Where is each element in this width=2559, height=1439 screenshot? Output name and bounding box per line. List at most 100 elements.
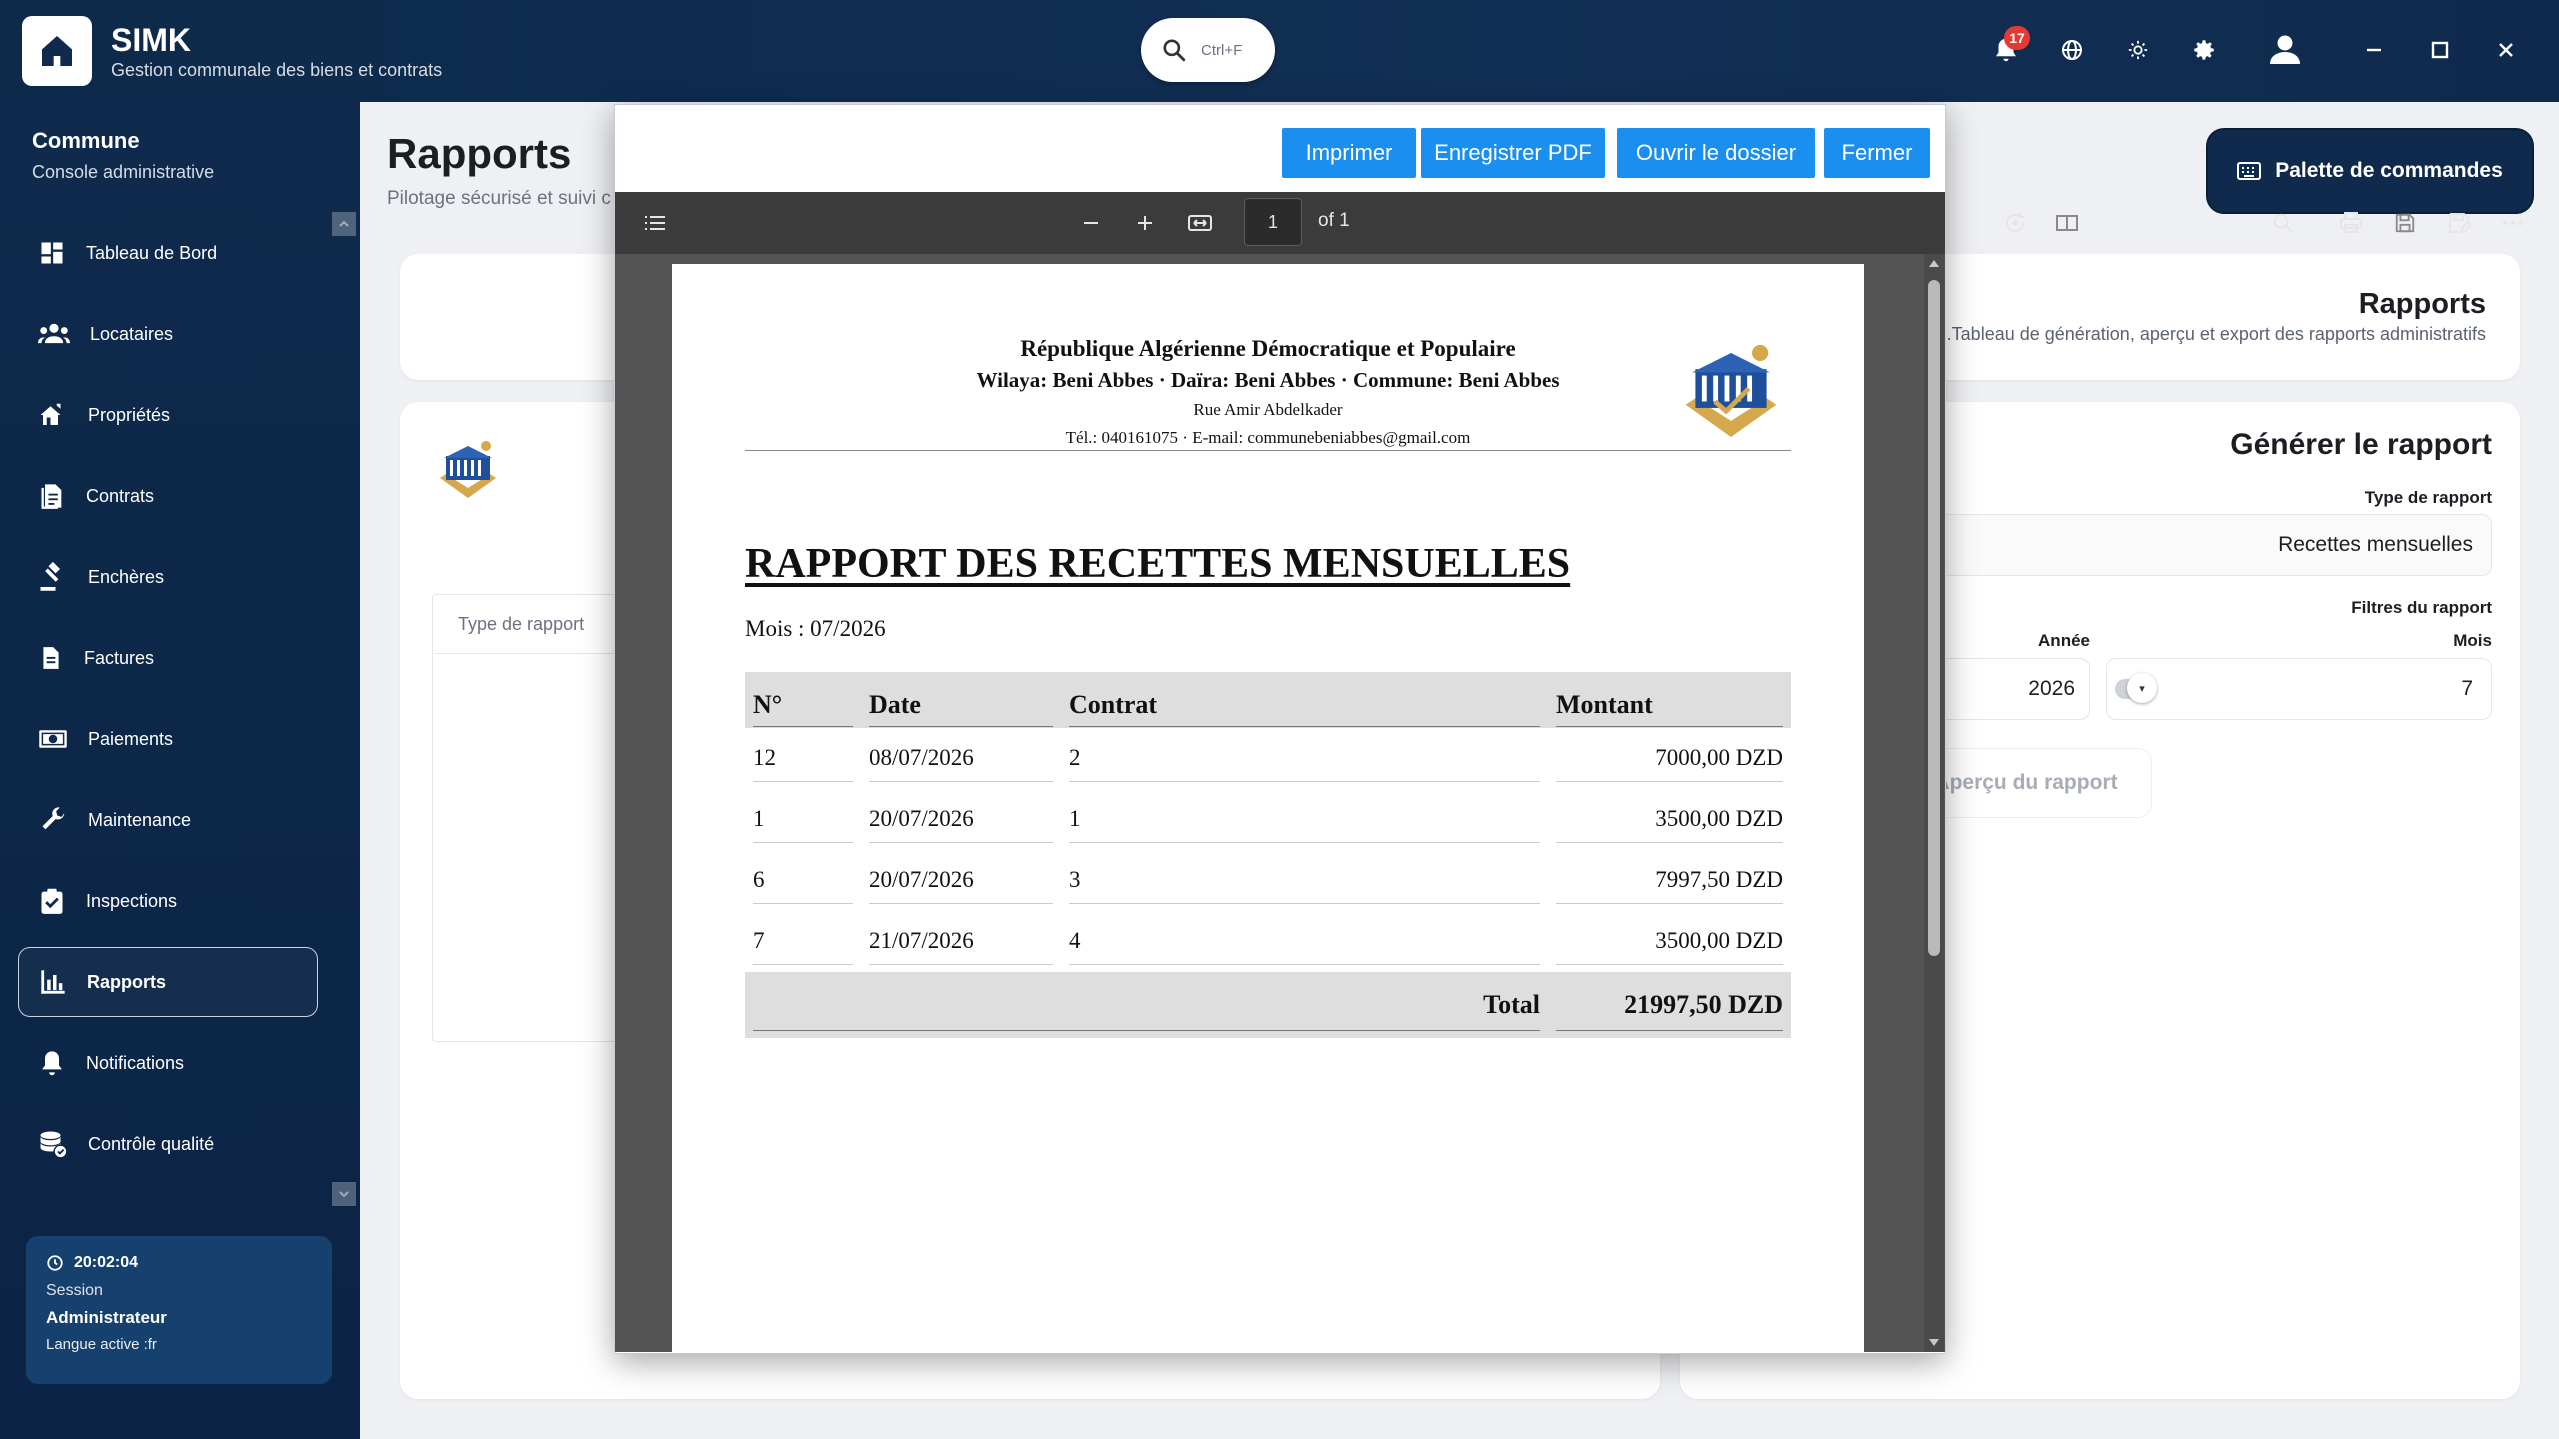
- cell-contract: 4: [1061, 911, 1548, 972]
- two-page-button[interactable]: [2047, 192, 2087, 254]
- total-label: Total: [745, 972, 1548, 1038]
- sidebar-item-label: Contrôle qualité: [88, 1133, 215, 1154]
- maximize-button[interactable]: [2418, 28, 2462, 72]
- report-type-select[interactable]: Recettes mensuelles: [1900, 514, 2492, 576]
- page-title: Rapports: [387, 130, 572, 177]
- rotate-button[interactable]: [1995, 192, 2035, 254]
- cell-amount: 3500,00 DZD: [1548, 911, 1791, 972]
- cell-amount: 7000,00 DZD: [1548, 728, 1791, 789]
- more-icon: [2502, 220, 2524, 226]
- cell-date: 20/07/2026: [861, 789, 1061, 850]
- sidebar-subtitle: Console administrative: [32, 162, 215, 182]
- sidebar-item-notifications[interactable]: Notifications: [18, 1028, 318, 1098]
- scroll-down-arrow-icon: [1929, 1339, 1939, 1346]
- home-button[interactable]: [22, 16, 92, 86]
- session-user: Administrateur: [46, 1308, 167, 1327]
- sidebar-item-encheres[interactable]: Enchères: [18, 542, 318, 612]
- sidebar-item-factures[interactable]: Factures: [18, 623, 318, 693]
- app-subtitle: Gestion communale des biens et contrats: [111, 60, 443, 80]
- page-number-input[interactable]: 1: [1244, 198, 1302, 246]
- top-bar: [0, 0, 2559, 102]
- table-row: 12 08/07/2026 2 7000,00 DZD: [745, 728, 1791, 789]
- right-header-title: Rapports: [2358, 288, 2486, 320]
- save-pdf-button[interactable]: Enregistrer PDF: [1421, 128, 1605, 178]
- month-input[interactable]: ▾ 7: [2106, 658, 2492, 720]
- print-button[interactable]: Imprimer: [1282, 128, 1416, 178]
- close-modal-button[interactable]: Fermer: [1824, 128, 1930, 178]
- sidebar-item-label: Enchères: [88, 566, 165, 587]
- rotate-icon: [2006, 213, 2025, 232]
- cell-date: 21/07/2026: [861, 911, 1061, 972]
- cell-number: 1: [745, 789, 861, 850]
- user-menu-button[interactable]: [2260, 24, 2310, 74]
- sidebar-item-label: Tableau de Bord: [86, 242, 218, 263]
- table-header-row: N° Date Contrat Montant: [745, 672, 1791, 728]
- theme-button[interactable]: [2116, 28, 2160, 72]
- sidebar-item-controle-qualite[interactable]: Contrôle qualité: [18, 1109, 318, 1179]
- generate-report-title: Générer le rapport: [2230, 428, 2492, 461]
- fit-width-button[interactable]: [1180, 192, 1220, 254]
- sidebar-item-maintenance[interactable]: Maintenance: [18, 785, 318, 855]
- more-options-button[interactable]: [2493, 192, 2533, 254]
- people-icon: [38, 323, 70, 344]
- total-value: 21997,50 DZD: [1548, 972, 1791, 1038]
- right-header-subtitle: .Tableau de génération, aperçu et export…: [1946, 324, 2486, 344]
- sun-icon: [2128, 40, 2148, 60]
- zoom-in-button[interactable]: [1125, 192, 1165, 254]
- sidebar-item-proprietes[interactable]: Propriétés: [18, 380, 318, 450]
- search-button[interactable]: Ctrl+F: [1141, 18, 1275, 82]
- maximize-icon: [2431, 41, 2449, 59]
- plus-icon: [1138, 216, 1152, 230]
- sidebar-item-contrats[interactable]: Contrats: [18, 461, 318, 531]
- sidebar-item-tableau-de-bord[interactable]: Tableau de Bord: [18, 218, 318, 288]
- open-folder-button[interactable]: Ouvrir le dossier: [1617, 128, 1815, 178]
- report-filters-label: Filtres du rapport: [2351, 598, 2492, 617]
- sidebar-item-locataires[interactable]: Locataires: [18, 299, 318, 369]
- column-header: N°: [745, 672, 861, 728]
- settings-button[interactable]: [2182, 28, 2226, 72]
- sidebar-title: Commune: [32, 128, 140, 153]
- sidebar-scroll-down[interactable]: [332, 1182, 356, 1206]
- sidebar-item-label: Inspections: [86, 890, 178, 911]
- close-icon: [2499, 43, 2513, 57]
- minimize-button[interactable]: [2352, 28, 2396, 72]
- clock-icon: [47, 1255, 63, 1271]
- sidebar-item-label: Paiements: [88, 728, 174, 749]
- keyboard-icon: [2237, 162, 2262, 180]
- sidebar-item-label: Factures: [84, 647, 155, 668]
- sidebar-item-rapports[interactable]: Rapports: [18, 947, 318, 1017]
- pdf-save-button[interactable]: [2385, 192, 2425, 254]
- outline-toggle-button[interactable]: [635, 192, 675, 254]
- zoom-out-button[interactable]: [1071, 192, 1111, 254]
- scroll-up-arrow-icon: [1929, 260, 1939, 267]
- month-value: 7: [2461, 677, 2473, 700]
- sidebar-item-paiements[interactable]: Paiements: [18, 704, 318, 774]
- commune-logo: [434, 438, 502, 506]
- payment-icon: [39, 730, 67, 748]
- fit-width-icon: [1188, 215, 1212, 231]
- pdf-scroll-thumb[interactable]: [1928, 280, 1940, 956]
- column-header: Contrat: [1061, 672, 1548, 728]
- minimize-icon: [2367, 48, 2381, 52]
- chevron-down-icon: [339, 1191, 349, 1198]
- session-time-row: 20:02:04: [46, 1254, 312, 1272]
- close-window-button[interactable]: [2484, 28, 2528, 72]
- language-button[interactable]: [2050, 28, 2094, 72]
- page-subtitle: Pilotage sécurisé et suivi c: [387, 188, 611, 209]
- sidebar-item-label: Propriétés: [88, 404, 171, 425]
- pdf-page: République Algérienne Démocratique et Po…: [672, 264, 1864, 1352]
- minus-icon: [1084, 222, 1098, 224]
- sidebar-item-inspections[interactable]: Inspections: [18, 866, 318, 936]
- save-icon: [2395, 213, 2415, 233]
- bell-icon: [42, 1051, 62, 1076]
- find-button[interactable]: [2263, 192, 2303, 254]
- pdf-save-as-button[interactable]: [2439, 192, 2479, 254]
- chevron-up-icon: [339, 220, 349, 227]
- year-label: Année: [2038, 631, 2090, 650]
- cell-number: 12: [745, 728, 861, 789]
- pdf-print-button[interactable]: [2331, 192, 2371, 254]
- session-time: 20:02:04: [74, 1254, 139, 1271]
- table-row: 1 20/07/2026 1 3500,00 DZD: [745, 789, 1791, 850]
- month-toggle[interactable]: ▾: [2115, 673, 2157, 703]
- sidebar-scroll-up[interactable]: [332, 212, 356, 236]
